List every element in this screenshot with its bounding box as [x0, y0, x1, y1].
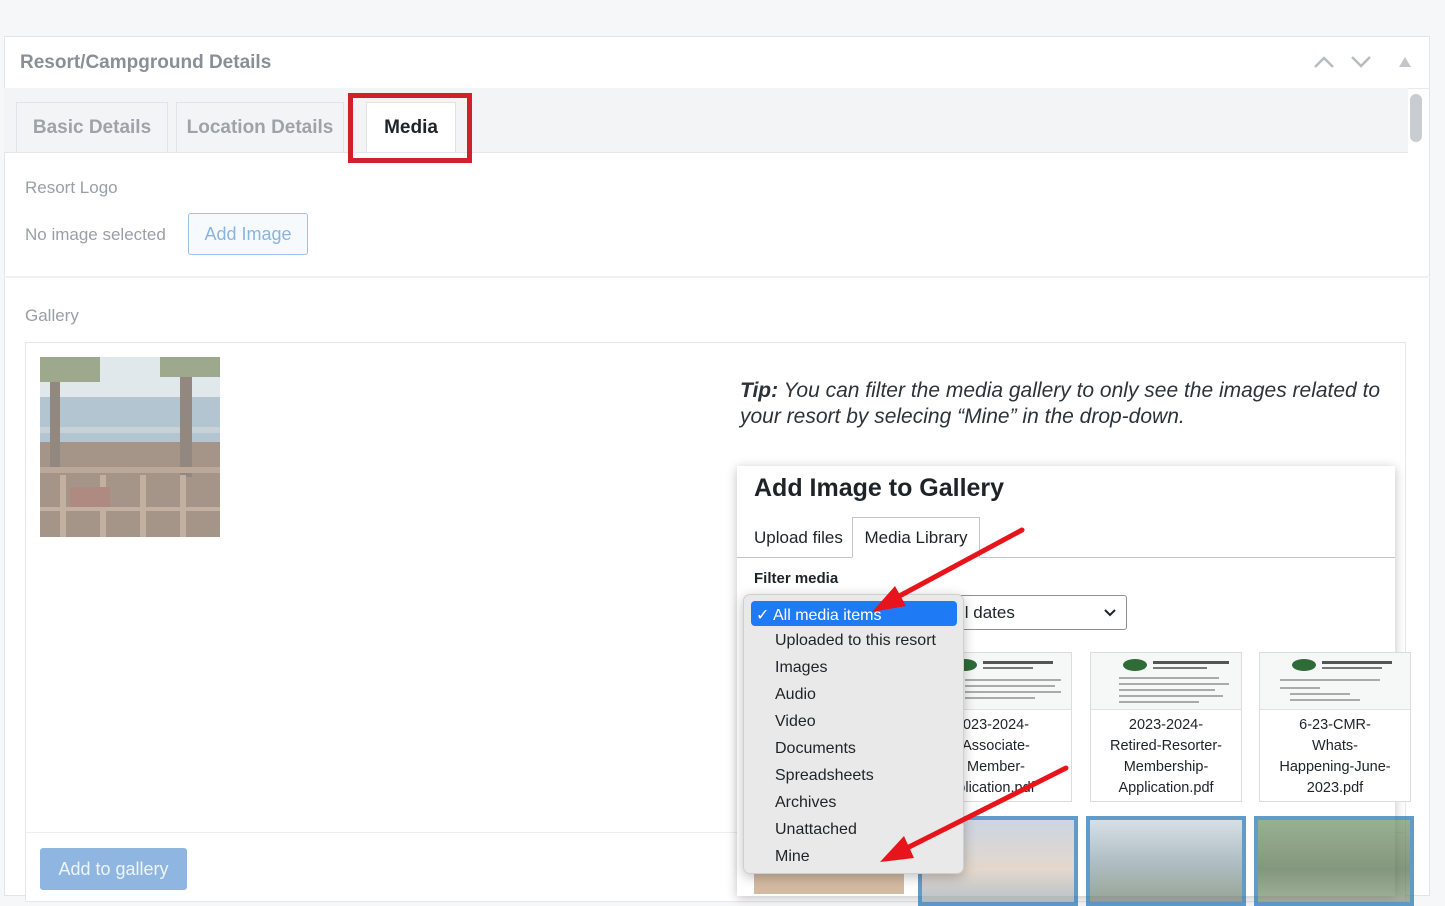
chevron-down-icon [1104, 609, 1116, 617]
dropdown-option-all-media-items[interactable]: ✓ All media items [756, 605, 881, 625]
dropdown-option-video[interactable]: Video [775, 713, 816, 731]
date-filter-select[interactable]: ll dates [950, 595, 1127, 630]
tip-callout: Tip: You can filter the media gallery to… [740, 378, 1390, 430]
dropdown-option-uploaded[interactable]: Uploaded to this resort [775, 632, 936, 650]
date-filter-value: ll dates [961, 603, 1015, 622]
media-item-document[interactable]: 2023-2024- Retired-Resorter- Membership-… [1090, 652, 1242, 802]
gallery-label: Gallery [25, 306, 79, 325]
move-down-icon[interactable] [1350, 54, 1372, 70]
filter-media-label: Filter media [754, 570, 839, 587]
document-preview-icon [1260, 653, 1410, 710]
no-image-status: No image selected [25, 225, 166, 244]
tab-location-details[interactable]: Location Details [176, 102, 344, 152]
resort-logo-label: Resort Logo [25, 178, 118, 197]
dropdown-option-archives[interactable]: Archives [775, 794, 836, 812]
tip-text: You can filter the media gallery to only… [740, 379, 1381, 428]
dropdown-option-spreadsheets[interactable]: Spreadsheets [775, 767, 874, 785]
section-divider [4, 276, 1430, 278]
scrollbar-thumb[interactable] [1410, 94, 1422, 142]
dropdown-option-documents[interactable]: Documents [775, 740, 856, 758]
dropdown-option-images[interactable]: Images [775, 659, 827, 677]
add-to-gallery-button[interactable]: Add to gallery [40, 848, 187, 890]
document-preview-icon [1091, 653, 1241, 710]
document-name: 2023-2024- Retired-Resorter- Membership-… [1110, 717, 1222, 796]
document-name: 6-23-CMR- Whats- Happening-June- 2023.pd… [1279, 717, 1391, 796]
dropdown-option-audio[interactable]: Audio [775, 686, 816, 704]
modal-tab-divider [737, 557, 1395, 558]
gallery-thumbnail-deck-lake[interactable] [40, 357, 220, 537]
media-item-document[interactable]: 6-23-CMR- Whats- Happening-June- 2023.pd… [1259, 652, 1411, 802]
modal-title: Add Image to Gallery [754, 474, 1005, 502]
media-item-photo[interactable] [754, 874, 904, 894]
tab-upload-files[interactable]: Upload files [754, 528, 843, 548]
collapse-toggle-icon[interactable] [1398, 56, 1412, 68]
tip-lead: Tip: [740, 379, 779, 402]
move-up-icon[interactable] [1313, 54, 1335, 70]
dropdown-option-mine[interactable]: Mine [775, 848, 810, 866]
dropdown-option-unattached[interactable]: Unattached [775, 821, 857, 839]
media-item-photo[interactable] [1086, 816, 1246, 906]
panel-title: Resort/Campground Details [20, 52, 272, 73]
media-tab-highlight-box [348, 93, 472, 163]
deck-lake-photo-icon [40, 357, 220, 537]
media-item-photo[interactable] [1254, 816, 1414, 906]
tab-basic-details[interactable]: Basic Details [16, 102, 168, 152]
add-image-button[interactable]: Add Image [188, 213, 308, 255]
tab-media-library[interactable]: Media Library [852, 517, 980, 558]
